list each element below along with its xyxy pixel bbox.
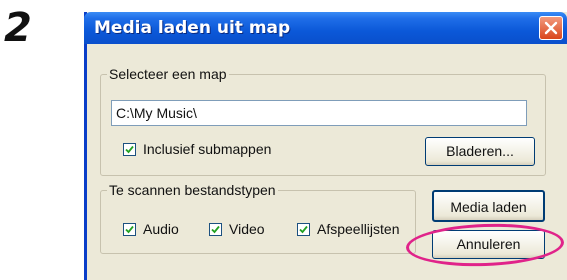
- include-subfolders-checkbox[interactable]: [123, 142, 136, 156]
- video-label: Video: [229, 221, 265, 237]
- filetypes-group-legend: Te scannen bestandstypen: [107, 182, 278, 198]
- playlists-label: Afspeellijsten: [317, 221, 400, 237]
- audio-checkbox-row[interactable]: Audio: [123, 221, 179, 237]
- checkmark-icon: [125, 145, 134, 153]
- browse-button[interactable]: Bladeren...: [425, 137, 535, 166]
- checkmark-icon: [299, 225, 308, 233]
- window-title: Media laden uit map: [94, 18, 291, 38]
- folder-group-legend: Selecteer een map: [107, 66, 229, 82]
- audio-label: Audio: [143, 221, 179, 237]
- video-checkbox[interactable]: [209, 222, 222, 236]
- title-bar[interactable]: Media laden uit map: [84, 12, 567, 44]
- step-number: 2: [4, 5, 32, 51]
- folder-path-input[interactable]: C:\My Music\: [111, 100, 527, 126]
- video-checkbox-row[interactable]: Video: [209, 221, 265, 237]
- filetypes-groupbox: Te scannen bestandstypen Audio Video Afs…: [100, 182, 416, 254]
- checkmark-icon: [125, 225, 134, 233]
- include-subfolders-checkbox-row[interactable]: Inclusief submappen: [123, 141, 271, 157]
- close-button[interactable]: [539, 16, 563, 40]
- checkmark-icon: [211, 225, 220, 233]
- folder-groupbox: Selecteer een map C:\My Music\ Inclusief…: [100, 66, 546, 176]
- playlists-checkbox[interactable]: [297, 222, 310, 236]
- audio-checkbox[interactable]: [123, 222, 136, 236]
- load-media-button[interactable]: Media laden: [432, 190, 545, 222]
- include-subfolders-label: Inclusief submappen: [143, 141, 272, 157]
- playlists-checkbox-row[interactable]: Afspeellijsten: [297, 221, 400, 237]
